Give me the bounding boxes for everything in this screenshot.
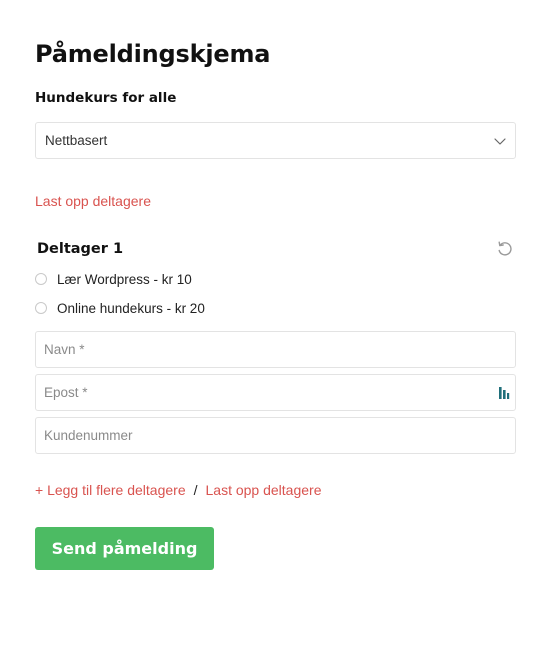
course-select-value: Nettbasert — [45, 133, 108, 148]
reset-icon[interactable] — [496, 240, 513, 257]
radio-button[interactable] — [35, 302, 47, 314]
chevron-down-icon — [494, 138, 506, 145]
upload-participants-link[interactable]: Last opp deltagere — [35, 193, 151, 209]
course-label: Hundekurs for alle — [35, 90, 177, 106]
email-field[interactable] — [36, 375, 464, 410]
course-option-wordpress[interactable]: Lær Wordpress - kr 10 — [35, 270, 192, 288]
participant-actions: + Legg til flere deltagere / Last opp de… — [35, 482, 321, 498]
upload-participants-link-bottom[interactable]: Last opp deltagere — [206, 482, 322, 498]
name-field[interactable] — [36, 332, 464, 367]
name-field-wrapper — [35, 331, 516, 368]
radio-button[interactable] — [35, 273, 47, 285]
page-title: Påmeldingskjema — [35, 40, 271, 68]
email-field-wrapper — [35, 374, 516, 411]
customer-number-field-wrapper — [35, 417, 516, 454]
submit-registration-button[interactable]: Send påmelding — [35, 527, 214, 570]
course-option-label: Lær Wordpress - kr 10 — [57, 271, 192, 287]
password-manager-icon[interactable] — [498, 385, 510, 401]
add-more-participants-link[interactable]: + Legg til flere deltagere — [35, 482, 186, 498]
course-select[interactable]: Nettbasert — [35, 122, 516, 159]
customer-number-field[interactable] — [36, 418, 464, 453]
participant-heading: Deltager 1 — [37, 241, 124, 257]
link-separator: / — [193, 482, 198, 498]
course-option-label: Online hundekurs - kr 20 — [57, 300, 205, 316]
course-option-online-dog-course[interactable]: Online hundekurs - kr 20 — [35, 299, 205, 317]
